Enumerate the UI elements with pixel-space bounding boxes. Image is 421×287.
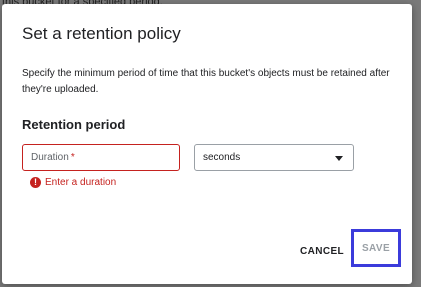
retention-period-label: Retention period (22, 117, 126, 132)
duration-error-text: Enter a duration (45, 177, 117, 188)
cancel-button[interactable]: CANCEL (292, 238, 352, 264)
chevron-down-icon (335, 156, 343, 161)
time-unit-value: seconds (203, 152, 241, 163)
duration-input[interactable] (23, 145, 179, 170)
dialog-title: Set a retention policy (22, 24, 181, 43)
dialog-description: Specify the minimum period of time that … (22, 68, 390, 95)
time-unit-select[interactable]: seconds (194, 144, 354, 171)
retention-policy-dialog: Set a retention policy Specify the minim… (2, 4, 412, 284)
duration-error: ! Enter a duration (30, 177, 116, 188)
duration-field[interactable]: Duration * (22, 144, 180, 171)
save-button[interactable]: SAVE (351, 229, 401, 267)
error-circle-icon: ! (30, 177, 41, 188)
